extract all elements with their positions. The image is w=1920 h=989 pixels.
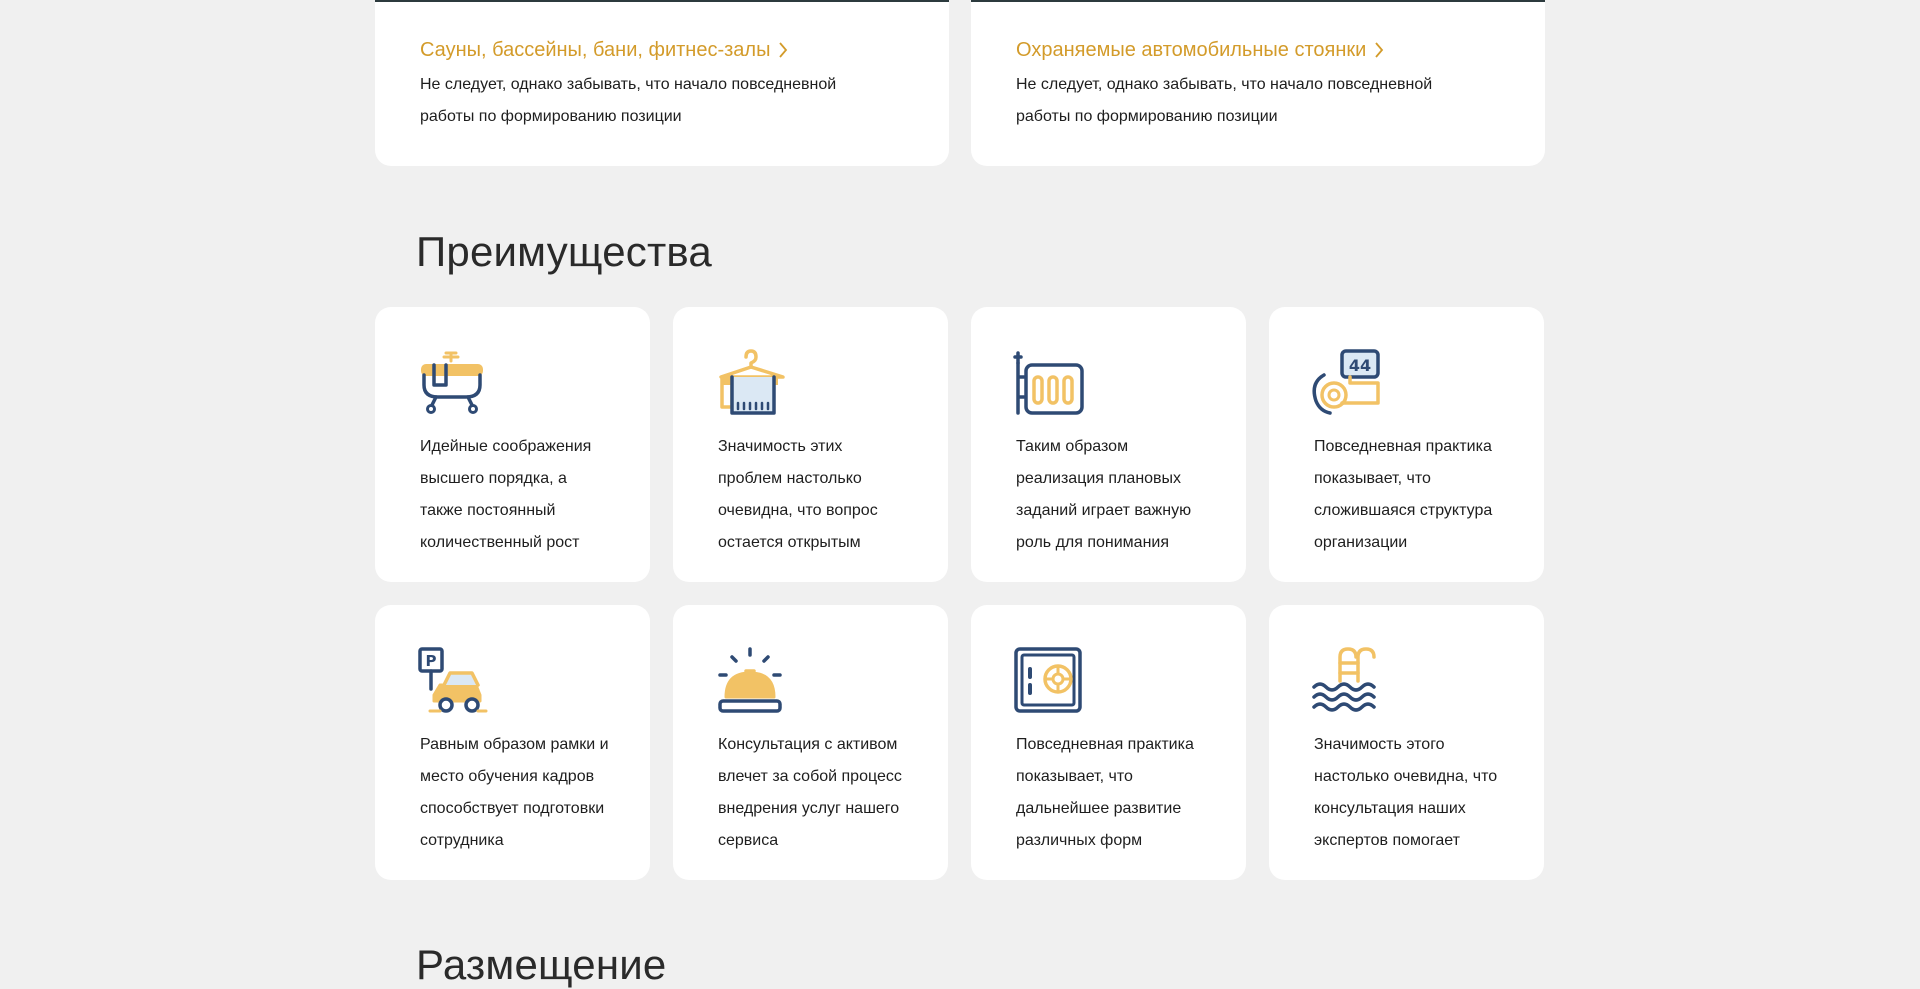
- advantage-text: Консультация с активом влечет за собой п…: [718, 736, 902, 849]
- pool-ladder-icon: [1312, 647, 1376, 712]
- chevron-right-icon: [1375, 42, 1384, 58]
- service-link[interactable]: Охраняемые автомобильные стоянки: [1016, 35, 1384, 65]
- advantage-card: P Равным образом рамки и место обучения …: [375, 605, 650, 880]
- chevron-right-icon: [779, 42, 788, 58]
- parking-car-icon: P: [418, 647, 488, 713]
- service-link[interactable]: Сауны, бассейны, бани, фитнес-залы: [420, 35, 788, 65]
- service-link-label: Охраняемые автомобильные стоянки: [1016, 39, 1367, 61]
- service-description: Не следует, однако забывать, что начало …: [420, 76, 837, 125]
- reception-bell-icon: [718, 647, 782, 713]
- parking-sign-letter: P: [426, 652, 437, 670]
- advantage-card: 44 Повседневная практика показывает, что…: [1269, 307, 1544, 582]
- card-image-edge: [971, 0, 1545, 2]
- advantages-title: Преимущества: [416, 228, 712, 275]
- key-tag-number: 44: [1349, 356, 1371, 375]
- advantage-text: Повседневная практика показывает, что да…: [1016, 736, 1194, 849]
- advantage-text: Повседневная практика показывает, что сл…: [1314, 438, 1493, 551]
- advantage-text: Равным образом рамки и место обучения ка…: [420, 736, 609, 849]
- service-card[interactable]: Охраняемые автомобильные стоянки Не след…: [971, 0, 1545, 166]
- advantage-text: Таким образом реализация плановых задани…: [1016, 438, 1192, 551]
- advantage-card: Таким образом реализация плановых задани…: [971, 307, 1246, 582]
- advantage-card: Значимость этих проблем настолько очевид…: [673, 307, 948, 582]
- service-link-label: Сауны, бассейны, бани, фитнес-залы: [420, 39, 771, 61]
- advantage-text: Идейные соображения высшего порядка, а т…: [420, 438, 592, 551]
- advantage-card: Консультация с активом влечет за собой п…: [673, 605, 948, 880]
- service-card[interactable]: Сауны, бассейны, бани, фитнес-залы Не сл…: [375, 0, 949, 166]
- advantage-text: Значимость этих проблем настолько очевид…: [718, 438, 878, 551]
- service-description: Не следует, однако забывать, что начало …: [1016, 76, 1433, 125]
- bathtub-icon: [421, 351, 483, 414]
- advantage-card: Повседневная практика показывает, что да…: [971, 605, 1246, 880]
- room-key-icon: 44: [1312, 349, 1380, 415]
- advantage-text: Значимость этого настолько очевидна, что…: [1314, 736, 1498, 849]
- advantage-card: Значимость этого настолько очевидна, что…: [1269, 605, 1544, 880]
- radiator-icon: [1013, 351, 1084, 415]
- safe-icon: [1014, 647, 1082, 713]
- advantage-card: Идейные соображения высшего порядка, а т…: [375, 307, 650, 582]
- card-image-edge: [375, 0, 949, 2]
- towel-icon: [719, 349, 785, 415]
- placement-title: Размещение: [416, 941, 667, 988]
